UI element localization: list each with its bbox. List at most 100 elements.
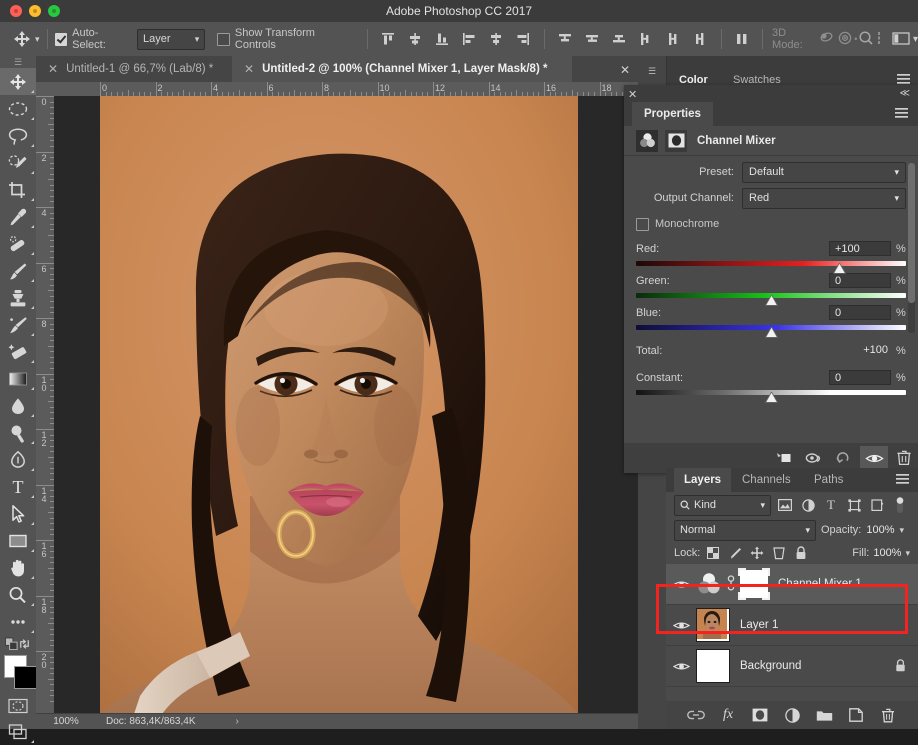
reset-adjustment-button[interactable]	[830, 446, 858, 470]
add-layer-mask-button[interactable]	[751, 706, 769, 724]
distribute-vertical-centers-button[interactable]	[579, 27, 606, 51]
layer-visibility-toggle[interactable]	[666, 579, 696, 590]
document-image[interactable]	[100, 96, 578, 714]
tool-blur[interactable]	[0, 392, 36, 419]
lock-all-button[interactable]	[792, 543, 810, 563]
opacity-value[interactable]: 100%	[866, 524, 894, 536]
tool-zoom[interactable]	[0, 581, 36, 608]
align-horizontal-centers-button[interactable]	[483, 27, 510, 51]
canvas-area[interactable]	[54, 96, 638, 714]
filter-smart-object-button[interactable]	[868, 495, 886, 515]
distribute-spacing-button[interactable]	[729, 27, 755, 51]
layer-mask-link-icon[interactable]	[726, 574, 736, 595]
monochrome-row[interactable]: Monochrome	[624, 214, 918, 234]
tool-rectangle[interactable]	[0, 527, 36, 554]
layer-row-background[interactable]: Background	[666, 646, 918, 687]
document-tab-0[interactable]: ✕ Untitled-1 @ 66,7% (Lab/8) *	[36, 56, 232, 82]
filter-pixel-button[interactable]	[776, 495, 794, 515]
monochrome-checkbox[interactable]	[636, 218, 649, 231]
blue-slider-track[interactable]	[636, 325, 906, 330]
tool-quick-selection[interactable]	[0, 149, 36, 176]
tab-paths[interactable]: Paths	[804, 468, 853, 492]
collapse-panel-icon[interactable]: ≪	[900, 88, 910, 99]
tool-crop[interactable]	[0, 176, 36, 203]
horizontal-ruler[interactable]: 024681012141618	[36, 82, 638, 97]
auto-select-checkbox[interactable]: Auto-Select:	[55, 27, 131, 51]
constant-slider-thumb[interactable]	[765, 392, 778, 403]
show-transform-controls-checkbox[interactable]: Show Transform Controls	[217, 27, 355, 51]
tool-edit-toolbar[interactable]	[0, 608, 36, 635]
layer-name[interactable]: Background	[740, 660, 801, 672]
output-channel-dropdown[interactable]: Red ▾	[742, 188, 906, 209]
layer-row-layer-1[interactable]: Layer 1	[666, 605, 918, 646]
filter-kind-dropdown[interactable]: Kind ▾	[674, 495, 771, 516]
layer-visibility-toggle[interactable]	[666, 661, 696, 672]
distribute-top-edges-button[interactable]	[552, 27, 579, 51]
layer-style-button[interactable]: fx	[719, 706, 737, 724]
tool-clone-stamp[interactable]	[0, 284, 36, 311]
collapsed-dock-handle[interactable]: ☰	[638, 56, 666, 86]
distribute-bottom-edges-button[interactable]	[606, 27, 633, 51]
quick-mask-toggle[interactable]	[0, 693, 36, 719]
fill-value[interactable]: 100%	[873, 547, 901, 559]
tab-layers[interactable]: Layers	[674, 468, 731, 492]
lock-artboard-button[interactable]	[770, 543, 788, 563]
green-slider-thumb[interactable]	[765, 295, 778, 306]
delete-adjustment-layer-button[interactable]	[890, 446, 918, 470]
layer-name[interactable]: Layer 1	[740, 619, 778, 631]
clip-to-layer-button[interactable]	[770, 446, 798, 470]
constant-value[interactable]: 0	[829, 370, 891, 385]
blue-slider-thumb[interactable]	[765, 327, 778, 338]
tool-spot-healing-brush[interactable]	[0, 230, 36, 257]
document-tab-1[interactable]: ✕ Untitled-2 @ 100% (Channel Mixer 1, La…	[232, 56, 572, 82]
filter-type-button[interactable]: T	[822, 495, 840, 515]
red-slider-value[interactable]: +100	[829, 241, 891, 256]
distribute-right-edges-button[interactable]	[687, 27, 714, 51]
red-slider-thumb[interactable]	[833, 263, 846, 274]
tool-eyedropper[interactable]	[0, 203, 36, 230]
roll-3d-button[interactable]	[836, 29, 854, 50]
tool-type[interactable]: T	[0, 473, 36, 500]
lock-position-button[interactable]	[748, 543, 766, 563]
tool-lasso[interactable]	[0, 122, 36, 149]
layer-thumbnail[interactable]	[696, 608, 730, 642]
filter-adjustment-button[interactable]	[799, 495, 817, 515]
chevron-down-icon[interactable]: ▾	[905, 548, 910, 559]
close-document-icon[interactable]: ✕	[620, 63, 630, 77]
tools-panel-drag-handle[interactable]: ☰	[0, 56, 36, 68]
close-icon[interactable]: ✕	[244, 63, 254, 75]
tool-path-selection[interactable]	[0, 500, 36, 527]
close-icon[interactable]: ✕	[48, 63, 58, 75]
tab-channels[interactable]: Channels	[732, 468, 801, 492]
align-left-edges-button[interactable]	[456, 27, 483, 51]
constant-slider-track[interactable]	[636, 390, 906, 395]
filter-shape-button[interactable]	[845, 495, 863, 515]
align-top-edges-button[interactable]	[375, 27, 402, 51]
green-slider-value[interactable]: 0	[829, 273, 891, 288]
new-adjustment-layer-button[interactable]	[783, 706, 801, 724]
tool-hand[interactable]	[0, 554, 36, 581]
new-layer-button[interactable]	[847, 706, 865, 724]
blend-mode-dropdown[interactable]: Normal ▾	[674, 520, 816, 541]
blue-slider-value[interactable]: 0	[829, 305, 891, 320]
layer-mask-icon[interactable]	[665, 130, 687, 152]
tool-elliptical-marquee[interactable]	[0, 95, 36, 122]
align-right-edges-button[interactable]	[510, 27, 537, 51]
layer-thumbnail[interactable]	[696, 649, 730, 683]
tool-brush[interactable]	[0, 257, 36, 284]
tool-dodge[interactable]	[0, 419, 36, 446]
link-layers-button[interactable]	[687, 706, 705, 724]
swap-colors-icon[interactable]	[18, 637, 31, 651]
layer-visibility-toggle[interactable]	[666, 620, 696, 631]
orbit-3d-button[interactable]	[818, 29, 836, 50]
active-tool-indicator[interactable]: ▾	[12, 29, 40, 49]
tab-properties[interactable]: Properties	[632, 102, 713, 126]
layer-mask-thumbnail[interactable]	[740, 570, 768, 598]
red-slider-track[interactable]	[636, 261, 906, 266]
zoom-level[interactable]: 100%	[36, 716, 96, 727]
lock-transparent-pixels-button[interactable]	[704, 543, 722, 563]
auto-select-scope-dropdown[interactable]: Layer ▾	[137, 29, 205, 50]
preset-dropdown[interactable]: Default ▾	[742, 162, 906, 183]
properties-scrollbar[interactable]	[908, 163, 915, 333]
default-colors-icon[interactable]	[5, 637, 18, 651]
